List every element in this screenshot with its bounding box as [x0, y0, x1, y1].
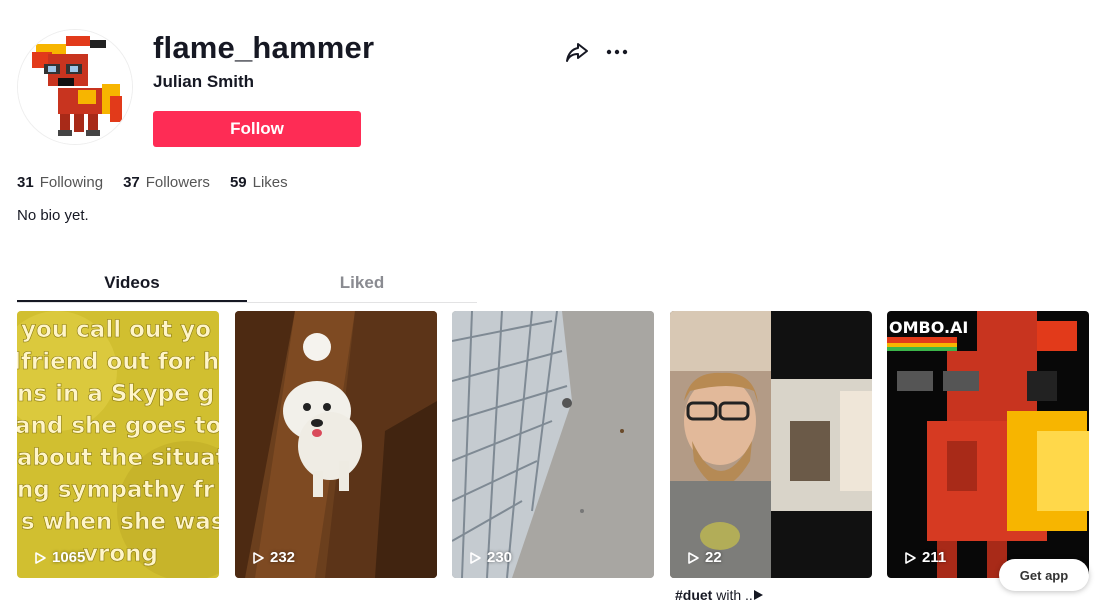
play-icon [35, 551, 46, 564]
stat-count: 31 [17, 174, 34, 191]
view-count-value: 230 [487, 549, 513, 566]
more-dots-icon[interactable] [603, 38, 631, 66]
profile-username: flame_hammer [153, 30, 375, 65]
play-icon [688, 551, 699, 564]
video-thumbnail [670, 311, 872, 578]
view-count-value: 22 [705, 549, 722, 566]
profile-stats: 31 Following 37 Followers 59 Likes [17, 174, 288, 191]
view-count: 1065 [33, 549, 85, 566]
play-icon [753, 590, 763, 600]
get-app-button[interactable]: Get app [999, 559, 1089, 591]
video-thumbnail: you call out yo lfriend out for h ns in … [17, 311, 219, 578]
video-thumbnail [235, 311, 437, 578]
video-thumbnail: OMBO.AI [887, 311, 1089, 578]
view-count-value: 232 [270, 549, 296, 566]
video-caption[interactable]: #duet with .. [675, 587, 763, 601]
profile-bio: No bio yet. [17, 207, 89, 224]
overlay-line: vrong [83, 541, 158, 567]
view-count: 211 [903, 549, 946, 566]
overlay-line: ng sympathy fr [17, 477, 215, 503]
play-icon [470, 551, 481, 564]
video-card[interactable]: OMBO.AI 211 [887, 311, 1089, 578]
tab-videos[interactable]: Videos [17, 268, 247, 302]
view-count-value: 1065 [52, 549, 86, 566]
video-card[interactable]: you call out yo lfriend out for h ns in … [17, 311, 219, 578]
profile-tabs: Videos Liked [17, 268, 477, 303]
play-icon [253, 551, 264, 564]
view-count: 232 [251, 549, 295, 566]
overlay-line: you call out yo [21, 317, 211, 343]
pixel-pony-avatar-icon [18, 30, 132, 144]
stat-following[interactable]: 31 Following [17, 174, 103, 191]
caption-hashtag[interactable]: #duet [675, 587, 712, 601]
overlay-line: about the situat [17, 445, 219, 471]
view-count: 230 [468, 549, 512, 566]
stat-label: Likes [252, 174, 288, 191]
view-count-value: 211 [922, 549, 947, 566]
tab-liked[interactable]: Liked [247, 268, 477, 302]
overlay-line: s when she was [21, 509, 219, 535]
follow-button[interactable]: Follow [153, 111, 361, 147]
overlay-line: lfriend out for h [17, 349, 219, 375]
video-thumbnail [452, 311, 654, 578]
caption-text: with .. [716, 587, 753, 601]
stat-label: Followers [145, 174, 210, 191]
video-card[interactable]: 232 [235, 311, 437, 578]
video-card[interactable]: 230 [452, 311, 654, 578]
avatar[interactable] [17, 29, 133, 145]
play-icon [905, 551, 916, 564]
stat-likes: 59 Likes [230, 174, 288, 191]
share-arrow-icon[interactable] [563, 38, 591, 66]
stat-count: 37 [123, 174, 140, 191]
view-count: 22 [686, 549, 722, 566]
overlay-line: ns in a Skype g [17, 381, 214, 407]
video-card[interactable]: 22 [670, 311, 872, 578]
profile-display-name: Julian Smith [153, 72, 255, 91]
stat-count: 59 [229, 174, 247, 191]
overlay-line: and she goes to [17, 413, 219, 439]
overlay-text: OMBO.AI [889, 318, 968, 337]
stat-label: Following [39, 174, 104, 191]
stat-followers[interactable]: 37 Followers [123, 174, 210, 191]
